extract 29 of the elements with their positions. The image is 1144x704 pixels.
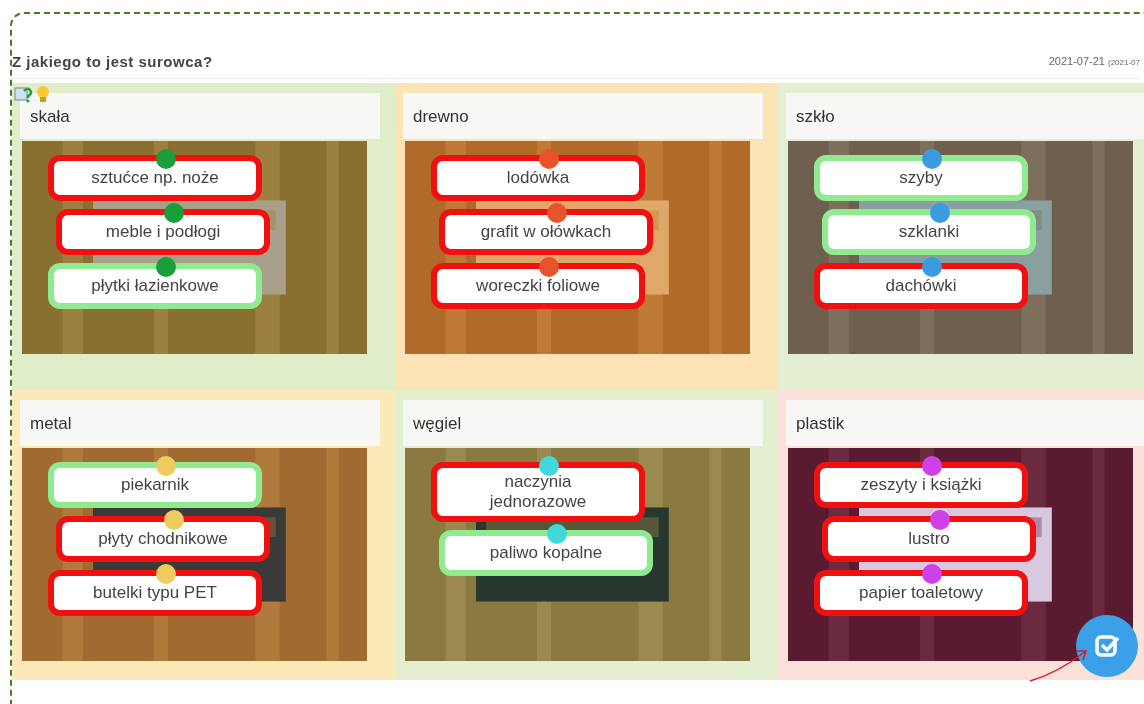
- checkbox-icon: [1094, 633, 1120, 659]
- answer-card[interactable]: grafit w ołówkach: [439, 209, 653, 255]
- answer-card[interactable]: zeszyty i książki: [814, 462, 1028, 508]
- answer-card[interactable]: papier toaletowy: [814, 570, 1028, 616]
- category-header: drewno: [403, 93, 763, 139]
- answer-card[interactable]: szyby: [814, 155, 1028, 201]
- answer-card[interactable]: woreczki foliowe: [431, 263, 645, 309]
- category-header: węgiel: [403, 400, 763, 446]
- edit-help-icon[interactable]: [14, 85, 34, 103]
- answer-card[interactable]: piekarnik: [48, 462, 262, 508]
- answer-card[interactable]: meble i podłogi: [56, 209, 270, 255]
- category-header: szkło: [786, 93, 1144, 139]
- answer-card[interactable]: płytki łazienkowe: [48, 263, 262, 309]
- answer-card[interactable]: butelki typu PET: [48, 570, 262, 616]
- answer-card[interactable]: sztućce np. noże: [48, 155, 262, 201]
- category-header: plastik: [786, 400, 1144, 446]
- quiz-title: Z jakiego to jest surowca?: [12, 52, 213, 70]
- answer-card[interactable]: lustro: [822, 516, 1036, 562]
- answer-card[interactable]: paliwo kopalne: [439, 530, 653, 576]
- date: (2021-07: [1107, 58, 1140, 67]
- answer-card[interactable]: lodówka: [431, 155, 645, 201]
- category-header: skała: [20, 93, 380, 139]
- lightbulb-icon[interactable]: [36, 85, 50, 103]
- answer-card[interactable]: szklanki: [822, 209, 1036, 255]
- answer-card[interactable]: naczynia jednorazowe: [431, 462, 645, 522]
- answer-card[interactable]: dachówki: [814, 263, 1028, 309]
- date: 2021-07-21: [1048, 55, 1105, 67]
- answer-card[interactable]: płyty chodnikowe: [56, 516, 270, 562]
- category-header: metal: [20, 400, 380, 446]
